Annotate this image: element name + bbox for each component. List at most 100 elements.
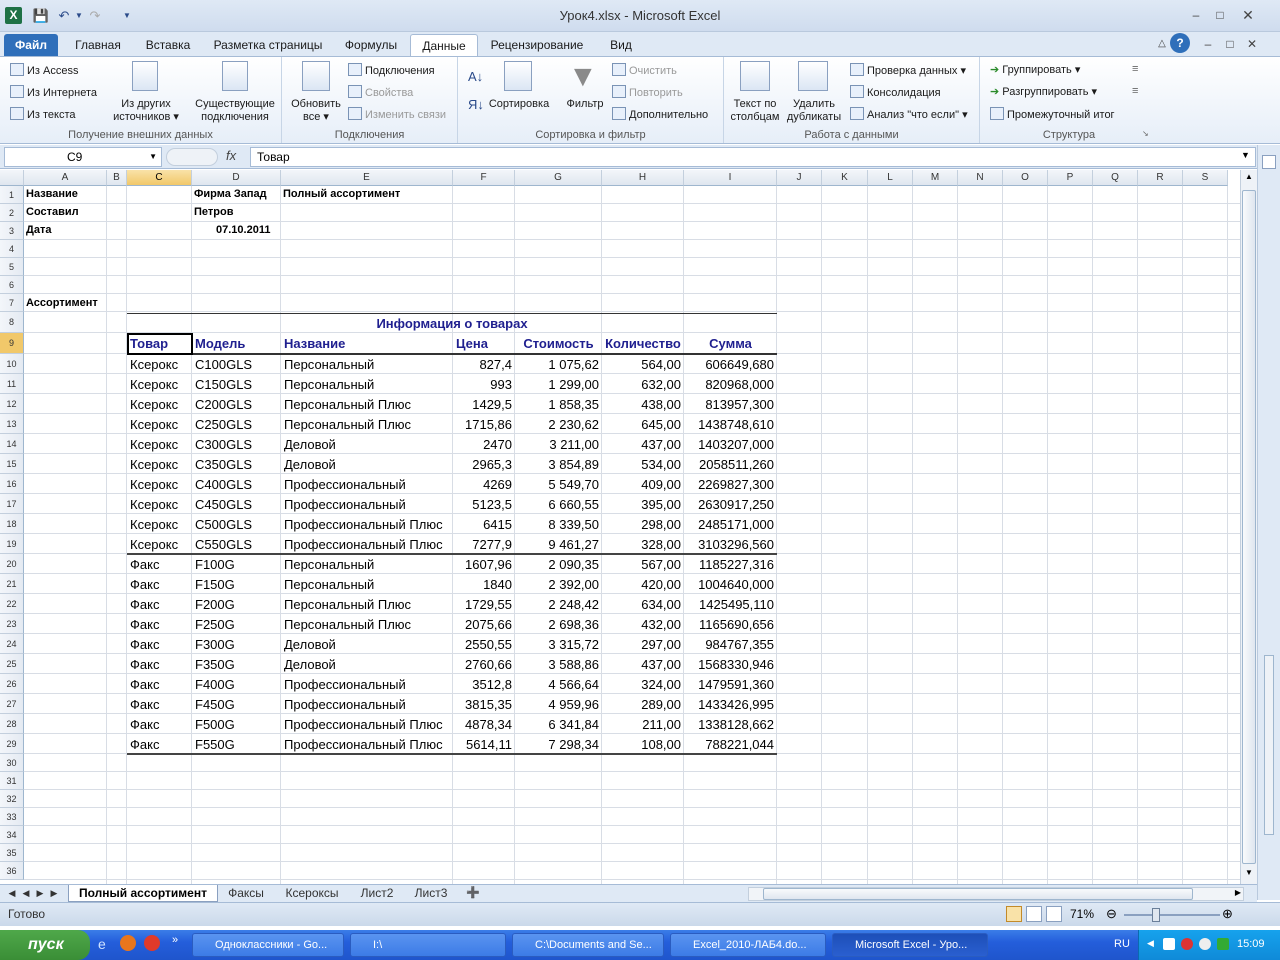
table-cell[interactable]: 813957,300 [687, 397, 774, 412]
sort-az-icon[interactable]: A↓ [468, 69, 483, 84]
cell-e1[interactable]: Полный ассортимент [283, 188, 400, 200]
table-cell[interactable]: 645,00 [605, 417, 681, 432]
row-header-22[interactable]: 22 [0, 594, 24, 614]
table-cell[interactable]: 827,4 [456, 357, 512, 372]
table-cell[interactable]: C450GLS [195, 497, 278, 512]
table-cell[interactable]: F500G [195, 717, 278, 732]
table-cell[interactable]: Профессиональный [284, 697, 450, 712]
table-header-cell[interactable]: Цена [456, 336, 512, 351]
table-cell[interactable]: 2 248,42 [518, 597, 599, 612]
table-cell[interactable]: 328,00 [605, 537, 681, 552]
table-cell[interactable]: 1438748,610 [687, 417, 774, 432]
taskbar-item-explorer[interactable]: C:\Documents and Se... [512, 933, 664, 957]
table-cell[interactable]: Ксерокс [130, 537, 189, 552]
column-header-s[interactable]: S [1183, 170, 1228, 186]
table-cell[interactable]: 1403207,000 [687, 437, 774, 452]
table-cell[interactable]: C500GLS [195, 517, 278, 532]
table-cell[interactable]: Персональный [284, 577, 450, 592]
cell-a1[interactable]: Название [26, 188, 78, 200]
table-cell[interactable]: Факс [130, 637, 189, 652]
table-cell[interactable]: 4 959,96 [518, 697, 599, 712]
table-cell[interactable]: Деловой [284, 657, 450, 672]
cell-a7[interactable]: Ассортимент [26, 297, 98, 309]
tab-file[interactable]: Файл [4, 34, 58, 56]
table-cell[interactable]: F400G [195, 677, 278, 692]
tab-sheet-full-range[interactable]: Полный ассортимент [68, 885, 218, 902]
table-cell[interactable]: 606649,680 [687, 357, 774, 372]
column-header-e[interactable]: E [281, 170, 453, 186]
taskbar-item-excel[interactable]: Microsoft Excel - Уро... [832, 933, 988, 957]
table-cell[interactable]: 1479591,360 [687, 677, 774, 692]
table-cell[interactable]: 1433426,995 [687, 697, 774, 712]
table-cell[interactable]: 9 461,27 [518, 537, 599, 552]
worksheet-grid[interactable]: ABCDEFGHIJKLMNOPQRS 1 2 3 4 5 6 7 8 9 10 11 12 13 14 1… [0, 170, 1240, 884]
consolidate-button[interactable]: Консолидация [850, 85, 941, 99]
table-cell[interactable]: 1729,55 [456, 597, 512, 612]
group-button[interactable]: ➔ Группировать ▾ [990, 63, 1080, 76]
table-cell[interactable]: Факс [130, 737, 189, 752]
table-cell[interactable]: Факс [130, 557, 189, 572]
table-cell[interactable]: 3 211,00 [518, 437, 599, 452]
row-header-16[interactable]: 16 [0, 474, 24, 494]
row-header-24[interactable]: 24 [0, 634, 24, 654]
table-cell[interactable]: 409,00 [605, 477, 681, 492]
cell-a2[interactable]: Составил [26, 206, 79, 218]
table-cell[interactable]: 1 075,62 [518, 357, 599, 372]
tab-data[interactable]: Данные [410, 34, 478, 56]
table-cell[interactable]: Факс [130, 617, 189, 632]
table-cell[interactable]: Ксерокс [130, 517, 189, 532]
zoom-slider-thumb[interactable] [1152, 908, 1160, 922]
tab-sheet-list2[interactable]: Лист2 [352, 885, 402, 902]
table-cell[interactable]: F100G [195, 557, 278, 572]
cell-d3[interactable]: 07.10.2011 [216, 224, 270, 236]
start-button[interactable]: пуск [0, 930, 90, 960]
table-title[interactable]: Информация о товарах [127, 316, 777, 331]
table-cell[interactable]: 1568330,946 [687, 657, 774, 672]
from-access-button[interactable]: Из Access [10, 63, 78, 77]
table-cell[interactable]: Деловой [284, 637, 450, 652]
table-cell[interactable]: Факс [130, 677, 189, 692]
tab-page-layout[interactable]: Разметка страницы [206, 34, 330, 56]
from-text-button[interactable]: Из текста [10, 107, 76, 121]
properties-button[interactable]: Свойства [348, 85, 413, 99]
sort-button[interactable]: Сортировка [486, 98, 552, 111]
table-cell[interactable]: 289,00 [605, 697, 681, 712]
subtotal-button[interactable]: Промежуточный итог [990, 107, 1115, 121]
table-cell[interactable]: 2550,55 [456, 637, 512, 652]
table-cell[interactable]: 1607,96 [456, 557, 512, 572]
table-cell[interactable]: C550GLS [195, 537, 278, 552]
edit-links-button[interactable]: Изменить связи [348, 107, 446, 121]
table-cell[interactable]: 3103296,560 [687, 537, 774, 552]
split-scroll-thumb[interactable] [1264, 655, 1274, 835]
table-cell[interactable]: 534,00 [605, 457, 681, 472]
column-header-k[interactable]: K [822, 170, 868, 186]
table-cell[interactable]: 3512,8 [456, 677, 512, 692]
table-cell[interactable]: 1 299,00 [518, 377, 599, 392]
table-cell[interactable]: Персональный [284, 377, 450, 392]
table-cell[interactable]: 2630917,250 [687, 497, 774, 512]
column-header-d[interactable]: D [192, 170, 281, 186]
tab-insert[interactable]: Вставка [138, 34, 198, 56]
table-cell[interactable]: 2485171,000 [687, 517, 774, 532]
table-cell[interactable]: 4 566,64 [518, 677, 599, 692]
table-cell[interactable]: 432,00 [605, 617, 681, 632]
wb-close-button[interactable]: ✕ [1240, 34, 1264, 54]
row-header-10[interactable]: 10 [0, 354, 24, 374]
table-cell[interactable]: Профессиональный Плюс [284, 737, 450, 752]
horizontal-scroll-thumb[interactable] [763, 888, 1193, 900]
tray-app-icon[interactable] [1199, 938, 1211, 950]
row-header-3[interactable]: 3 [0, 222, 24, 240]
row-header-11[interactable]: 11 [0, 374, 24, 394]
page-break-view-icon[interactable] [1046, 906, 1062, 922]
table-cell[interactable]: 820968,000 [687, 377, 774, 392]
row-header-26[interactable]: 26 [0, 674, 24, 694]
column-header-m[interactable]: M [913, 170, 958, 186]
close-button[interactable]: ✕ [1236, 5, 1260, 25]
table-cell[interactable]: 1425495,110 [687, 597, 774, 612]
row-header-21[interactable]: 21 [0, 574, 24, 594]
table-cell[interactable]: 6 341,84 [518, 717, 599, 732]
expand-formula-icon[interactable]: ▼ [1241, 150, 1250, 160]
table-cell[interactable]: 298,00 [605, 517, 681, 532]
row-header-2[interactable]: 2 [0, 204, 24, 222]
tab-formulas[interactable]: Формулы [338, 34, 404, 56]
